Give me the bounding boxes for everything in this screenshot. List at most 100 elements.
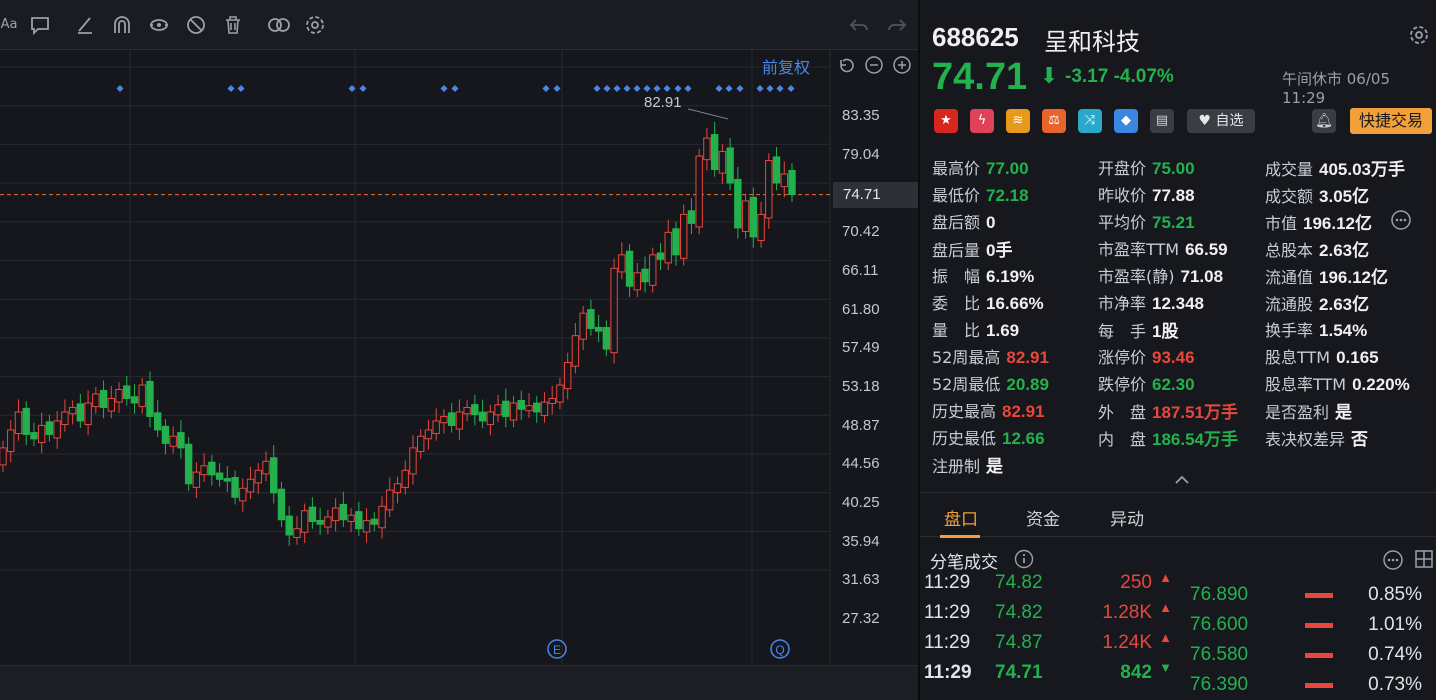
axis-tick-label: 44.56 (842, 455, 880, 473)
book-price: 76.890 (1190, 584, 1249, 605)
stock-name: 呈和科技 (1044, 28, 1140, 56)
candle-body (409, 447, 417, 475)
stat-label: 量 比 (932, 321, 981, 340)
stat-item: 平均价 75.21 (1098, 209, 1195, 233)
adjust-mode-button[interactable]: 前复权 (762, 54, 810, 78)
margin-icon[interactable]: ⚖ (1042, 109, 1066, 133)
add-watchlist-button[interactable]: ♥ 自选 (1187, 109, 1255, 133)
collapse-chevron-icon[interactable] (1172, 472, 1192, 492)
star-market-icon[interactable]: ϟ (970, 109, 994, 133)
tag-icon[interactable]: ◆ (1114, 109, 1138, 133)
quick-trade-button[interactable]: 快捷交易 (1350, 108, 1432, 134)
comment-icon[interactable] (29, 14, 51, 36)
settings-icon[interactable] (1408, 24, 1430, 50)
candle-body (293, 528, 301, 538)
more-icon[interactable] (1382, 549, 1404, 575)
zoom-in-icon[interactable] (892, 55, 912, 79)
candle-body (502, 400, 510, 417)
hide-icon[interactable] (185, 14, 207, 36)
redo-icon[interactable] (886, 14, 908, 36)
tab-pankou[interactable]: 盘口 (944, 505, 978, 530)
trade-price: 74.71 (995, 662, 1043, 683)
axis-tick-label: 48.87 (842, 416, 880, 434)
gear-icon[interactable] (304, 14, 326, 36)
eye-icon[interactable] (148, 14, 170, 36)
quote-panel: 688625 呈和科技 74.71 ⬇ -3.17 -4.07% 午间休市 06… (920, 0, 1436, 700)
candle-body (215, 472, 224, 480)
trade-volume: 842 (1120, 662, 1152, 683)
stat-label: 最高价 (932, 159, 981, 178)
candle-body (772, 156, 781, 184)
candle-body (649, 254, 657, 286)
price-change: -3.17 -4.07% (1065, 66, 1174, 88)
trade-time: 11:29 (924, 572, 971, 593)
stat-item: 跌停价 62.30 (1098, 371, 1195, 395)
candle-body (509, 402, 518, 421)
tab-funds[interactable]: 资金 (1026, 505, 1060, 530)
stat-value: 是 (1335, 403, 1353, 422)
candle-body (277, 488, 286, 521)
event-marker-dot (684, 84, 692, 93)
china-flag-icon[interactable]: ★ (934, 109, 958, 133)
stat-label: 表决权差异 (1265, 430, 1346, 449)
candle-body (123, 385, 131, 399)
stat-value: 75.21 (1152, 213, 1195, 232)
candle-body (641, 268, 649, 283)
candle-body (571, 335, 580, 367)
trash-icon[interactable] (222, 14, 244, 36)
zoom-out-icon[interactable] (864, 55, 884, 79)
stat-label: 历史最高 (932, 402, 997, 421)
event-marker-dot (116, 84, 124, 93)
chart-canvas[interactable]: 82.91 E Q (0, 50, 918, 665)
magnet-icon[interactable] (111, 14, 133, 36)
event-marker-dot (623, 84, 631, 93)
info-icon[interactable] (1014, 549, 1034, 573)
reset-icon[interactable] (836, 55, 856, 79)
candle-body (602, 327, 611, 350)
axis-tick-label: 83.35 (842, 107, 880, 124)
more-circle-icon[interactable] (1390, 209, 1412, 235)
stat-label: 盘后额 (932, 213, 981, 232)
tick-trades-title: 分笔成交 (930, 553, 998, 573)
shuffle-icon[interactable]: ⤨ (1078, 109, 1102, 133)
peak-label: 82.91 (644, 94, 682, 111)
stat-value: 405.03万手 (1319, 160, 1406, 179)
event-marker-label: E (553, 643, 561, 657)
stat-label: 流通值 (1265, 268, 1314, 287)
event-marker-dot (603, 84, 611, 93)
alert-bell-icon[interactable]: 🔔︎ (1312, 109, 1336, 133)
stat-label: 股息TTM (1265, 348, 1331, 367)
stat-value: 0.165 (1336, 348, 1379, 367)
candlestick-chart[interactable]: 82.91 E Q (0, 50, 918, 665)
candle-body (200, 465, 208, 476)
pen-icon[interactable] (74, 14, 96, 36)
stat-item: 市净率 12.348 (1098, 290, 1204, 314)
document-icon[interactable]: ▤ (1150, 109, 1174, 133)
candle-body (533, 402, 541, 413)
event-marker-dot (643, 84, 651, 93)
stat-item: 总股本 2.63亿 (1265, 236, 1369, 261)
undo-icon[interactable] (848, 14, 870, 36)
candle-body (471, 404, 479, 416)
text-tool-button[interactable]: Aa (0, 14, 18, 36)
candle-body (115, 389, 123, 403)
coins-icon[interactable]: ≋ (1006, 109, 1030, 133)
candle-body (154, 412, 162, 431)
event-marker-dot (440, 84, 448, 93)
stat-value: 62.30 (1152, 375, 1195, 394)
candle-body (339, 503, 348, 521)
candle-body (362, 520, 371, 533)
stat-value: 1.69 (986, 321, 1020, 340)
stat-label: 内 盘 (1098, 430, 1147, 449)
stat-value: 2.63亿 (1319, 241, 1370, 260)
candle-body (324, 516, 332, 528)
link-icon[interactable] (266, 14, 292, 36)
stat-value: 72.18 (986, 186, 1029, 205)
book-bar (1305, 623, 1333, 628)
tab-movement[interactable]: 异动 (1110, 505, 1144, 530)
candle-body (440, 415, 448, 424)
heart-icon: ♥ (1198, 113, 1212, 129)
event-marker-dot (633, 84, 641, 93)
layout-icon[interactable] (1414, 549, 1434, 573)
book-bar (1305, 683, 1333, 688)
